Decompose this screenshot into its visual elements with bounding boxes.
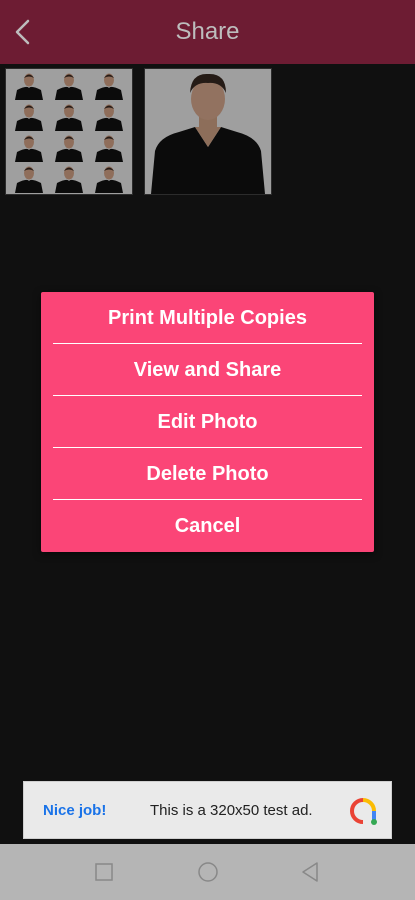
view-and-share-option[interactable]: View and Share [41, 344, 374, 396]
passport-grid-image [6, 69, 132, 194]
page-title: Share [175, 18, 240, 45]
photo-thumbnail-single[interactable] [144, 68, 272, 195]
ad-body-text: This is a 320x50 test ad. [150, 802, 313, 819]
recents-square-icon[interactable] [92, 860, 116, 884]
photo-thumbnail-grid[interactable] [5, 68, 133, 195]
home-circle-icon[interactable] [196, 860, 220, 884]
edit-photo-option[interactable]: Edit Photo [41, 396, 374, 448]
print-multiple-copies-option[interactable]: Print Multiple Copies [41, 292, 374, 344]
photo-options-dialog: Print Multiple Copies View and Share Edi… [41, 292, 374, 552]
cancel-option[interactable]: Cancel [41, 500, 374, 552]
portrait-image [145, 69, 271, 194]
admob-logo-icon [349, 798, 377, 825]
system-nav-bar [0, 844, 415, 900]
app-bar: Share [0, 0, 415, 64]
ad-banner[interactable]: Nice job! This is a 320x50 test ad. [23, 781, 392, 839]
ad-lead-text: Nice job! [43, 802, 107, 819]
back-triangle-icon[interactable] [298, 860, 322, 884]
delete-photo-option[interactable]: Delete Photo [41, 448, 374, 500]
